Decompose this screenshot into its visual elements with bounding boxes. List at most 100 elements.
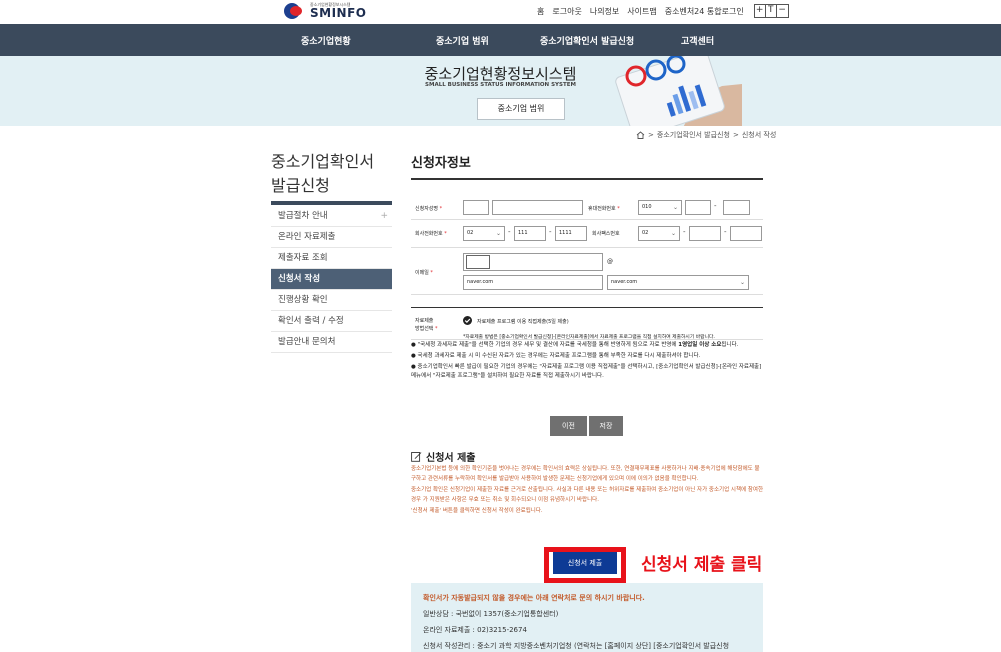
- label-applicant-name: 신청자성명 *: [415, 206, 443, 212]
- form-row-name-mobile: 신청자성명 * 휴대전화번호 * 010 ⌄ -: [411, 197, 763, 220]
- breadcrumb-separator: >: [648, 131, 654, 139]
- util-integrated-login-link[interactable]: 중소벤처24 통합로그인: [665, 6, 744, 17]
- sidebar-item-contact-info[interactable]: 발급안내 문의처: [271, 332, 392, 353]
- submission-title-text: 신청서 제출: [426, 453, 476, 464]
- fax-last-input[interactable]: [730, 226, 762, 241]
- contact-application: 신청서 작성관리 : 중소기 과학 지방중소벤처기업청 (연락처는 [홈페이지 …: [423, 642, 730, 650]
- note-1: ● "국세청 과세자료 제출"을 선택한 기업의 경우 세무 및 결산에 자료를…: [411, 342, 739, 348]
- breadcrumb-separator: >: [732, 131, 739, 139]
- email-domain-input[interactable]: naver.com: [463, 275, 603, 290]
- fax-area-select[interactable]: 02 ⌄: [638, 226, 680, 241]
- sidebar-item-certificate-print[interactable]: 확인서 출력 / 수정: [271, 311, 392, 332]
- breadcrumb: > 중소기업확인서 발급신청 > 신청서 작성: [636, 130, 776, 140]
- chevron-down-icon: ⌄: [495, 230, 501, 237]
- prev-button[interactable]: 이전: [550, 416, 587, 436]
- nav-item-certificate-apply[interactable]: 중소기업확인서 발급신청: [540, 34, 634, 47]
- top-bar: 중소기업현황정보시스템 SMINFO 홈 로그아웃 나의정보 사이트맵 중소벤처…: [0, 0, 1001, 24]
- label-office-phone: 회사전화번호 *: [415, 231, 447, 237]
- form-notes: ● "국세청 과세자료 제출"을 선택한 기업의 경우 세무 및 결산에 자료를…: [411, 341, 763, 383]
- mobile-middle-input[interactable]: [685, 200, 711, 215]
- radio-checked-icon[interactable]: [463, 316, 472, 325]
- form-row-email: 이메일 * @ naver.com naver.com ⌄: [411, 248, 763, 295]
- applicant-name-input[interactable]: [463, 200, 489, 215]
- font-size-controls: + T −: [753, 4, 789, 18]
- label-fax: 회사팩스번호: [592, 231, 620, 237]
- tablet-chart-illustration: [615, 56, 742, 126]
- submit-option-label[interactable]: 자료제출 프로그램 이용 직접제출(5일 제출): [477, 318, 569, 325]
- font-increase-button[interactable]: +: [755, 5, 766, 17]
- util-home-link[interactable]: 홈: [537, 6, 544, 17]
- contact-general: 일반상담 : 국번없이 1357(중소기업통합센터): [423, 610, 559, 618]
- nav-item-customer-center[interactable]: 고객센터: [681, 34, 714, 47]
- submission-notice-2: 중소기업 확인은 신청기업이 제출한 자료를 근거로 산출됩니다. 사실과 다른…: [411, 487, 764, 503]
- dash: -: [683, 228, 686, 236]
- sidebar-divider: [271, 201, 392, 205]
- contact-online: 온라인 자료제출 : 02)3215-2674: [423, 626, 527, 634]
- page-title: 신청자정보: [411, 156, 471, 171]
- logo-mark-icon: [284, 3, 306, 19]
- sidebar-item-issuance-guide[interactable]: 발급절차 안내 +: [271, 206, 392, 227]
- mobile-last-input[interactable]: [723, 200, 750, 215]
- fax-middle-input[interactable]: [689, 226, 721, 241]
- sidebar-item-submitted-lookup[interactable]: 제출자료 조회: [271, 248, 392, 269]
- email-domain-select[interactable]: naver.com ⌄: [607, 275, 749, 290]
- breadcrumb-certificate-apply[interactable]: 중소기업확인서 발급신청: [657, 130, 730, 140]
- nav-item-sme-status[interactable]: 중소기업현황: [301, 34, 351, 47]
- submission-notice-1: 중소기업기본법 등에 의한 확인기준을 벗어나는 경우에는 확인서의 효력은 상…: [411, 466, 760, 482]
- submit-option-desc: *자료제출 방법은 [중소기업확인서 발급신청]-[온라인자료제출]에서 자료제…: [463, 335, 715, 340]
- banner-subtitle: SMALL BUSINESS STATUS INFORMATION SYSTEM: [425, 82, 576, 88]
- save-button[interactable]: 저장: [589, 416, 623, 436]
- applicant-name-input-2[interactable]: [492, 200, 583, 215]
- sidebar-menu: 발급절차 안내 + 온라인 자료제출 제출자료 조회 신청서 작성 진행상황 확인…: [271, 206, 392, 353]
- breadcrumb-current: 신청서 작성: [741, 131, 777, 139]
- sidebar-title-line2: 발급신청: [271, 176, 330, 195]
- nav-item-sme-scope[interactable]: 중소기업 범위: [436, 34, 489, 47]
- font-decrease-button[interactable]: −: [777, 5, 788, 17]
- sidebar-title: 중소기업확인서 발급신청: [271, 150, 374, 198]
- sidebar-item-application-write[interactable]: 신청서 작성: [271, 269, 392, 290]
- main-nav: 중소기업현황 중소기업 범위 중소기업확인서 발급신청 고객센터: [0, 24, 1001, 56]
- hero-banner: 중소기업현황정보시스템 SMALL BUSINESS STATUS INFORM…: [0, 56, 1001, 126]
- form-top-border: [411, 178, 763, 180]
- util-myinfo-link[interactable]: 나의정보: [590, 6, 619, 17]
- note-2: ● 국세청 과세자료 제출 시 미 수신된 자료가 있는 경우에는 자료제출 프…: [411, 353, 701, 359]
- label-mobile: 휴대전화번호 *: [588, 206, 620, 212]
- contact-box: 확인서가 자동발급되지 않을 경우에는 아래 연락처로 문의 하시기 바랍니다.…: [411, 583, 763, 652]
- chevron-down-icon: ⌄: [672, 204, 678, 211]
- click-annotation: 신청서 제출 클릭: [641, 555, 763, 575]
- dash: -: [724, 228, 727, 236]
- office-middle-input[interactable]: 111: [514, 226, 546, 241]
- banner-title: 중소기업현황정보시스템: [424, 65, 577, 83]
- chevron-down-icon: ⌄: [670, 230, 676, 237]
- submission-notice: 중소기업기본법 등에 의한 확인기준을 벗어나는 경우에는 확인서의 효력은 상…: [411, 465, 763, 519]
- label-email: 이메일 *: [415, 270, 433, 276]
- util-sitemap-link[interactable]: 사이트맵: [627, 6, 656, 17]
- sminfo-logo[interactable]: 중소기업현황정보시스템 SMINFO: [284, 0, 367, 22]
- home-icon[interactable]: [636, 131, 645, 139]
- note-3: ● 중소기업확인서 빠른 발급이 필요한 기업의 경우에는 "자료제출 프로그램…: [411, 364, 762, 379]
- logo-big-text: SMINFO: [310, 6, 367, 20]
- mobile-prefix-select[interactable]: 010 ⌄: [638, 200, 682, 215]
- office-last-input[interactable]: 1111: [555, 226, 587, 241]
- sidebar-item-label: 발급절차 안내: [278, 211, 328, 221]
- email-at-sign: @: [607, 258, 613, 265]
- util-logout-link[interactable]: 로그아웃: [552, 6, 581, 17]
- label-submit-method: 자료제출 방법선택 *: [415, 318, 438, 332]
- banner-sme-scope-button[interactable]: 중소기업 범위: [477, 98, 565, 120]
- dash: -: [714, 202, 717, 210]
- dash: -: [549, 228, 552, 236]
- sidebar-item-online-submission[interactable]: 온라인 자료제출: [271, 227, 392, 248]
- form-row-office-fax: 회사전화번호 * 02 ⌄ - 111 - 1111 회사팩스번호 02 ⌄ - -: [411, 220, 763, 248]
- plus-icon: +: [380, 211, 388, 221]
- email-id-input[interactable]: [463, 253, 603, 271]
- submission-notice-3: '신청서 제출' 버튼을 클릭하면 신청서 작성이 완료됩니다.: [411, 508, 543, 514]
- submission-section-title: 신청서 제출: [411, 449, 475, 464]
- submit-application-button[interactable]: 신청서 제출: [553, 552, 617, 574]
- form-row-submit-method: 자료제출 방법선택 * 자료제출 프로그램 이용 직접제출(5일 제출) *자료제…: [411, 307, 763, 340]
- edit-icon: [411, 452, 422, 462]
- office-area-select[interactable]: 02 ⌄: [463, 226, 505, 241]
- font-reset-button[interactable]: T: [766, 5, 777, 17]
- chevron-down-icon: ⌄: [739, 279, 745, 286]
- sidebar-item-progress-check[interactable]: 진행상황 확인: [271, 290, 392, 311]
- sidebar-title-line1: 중소기업확인서: [271, 152, 375, 171]
